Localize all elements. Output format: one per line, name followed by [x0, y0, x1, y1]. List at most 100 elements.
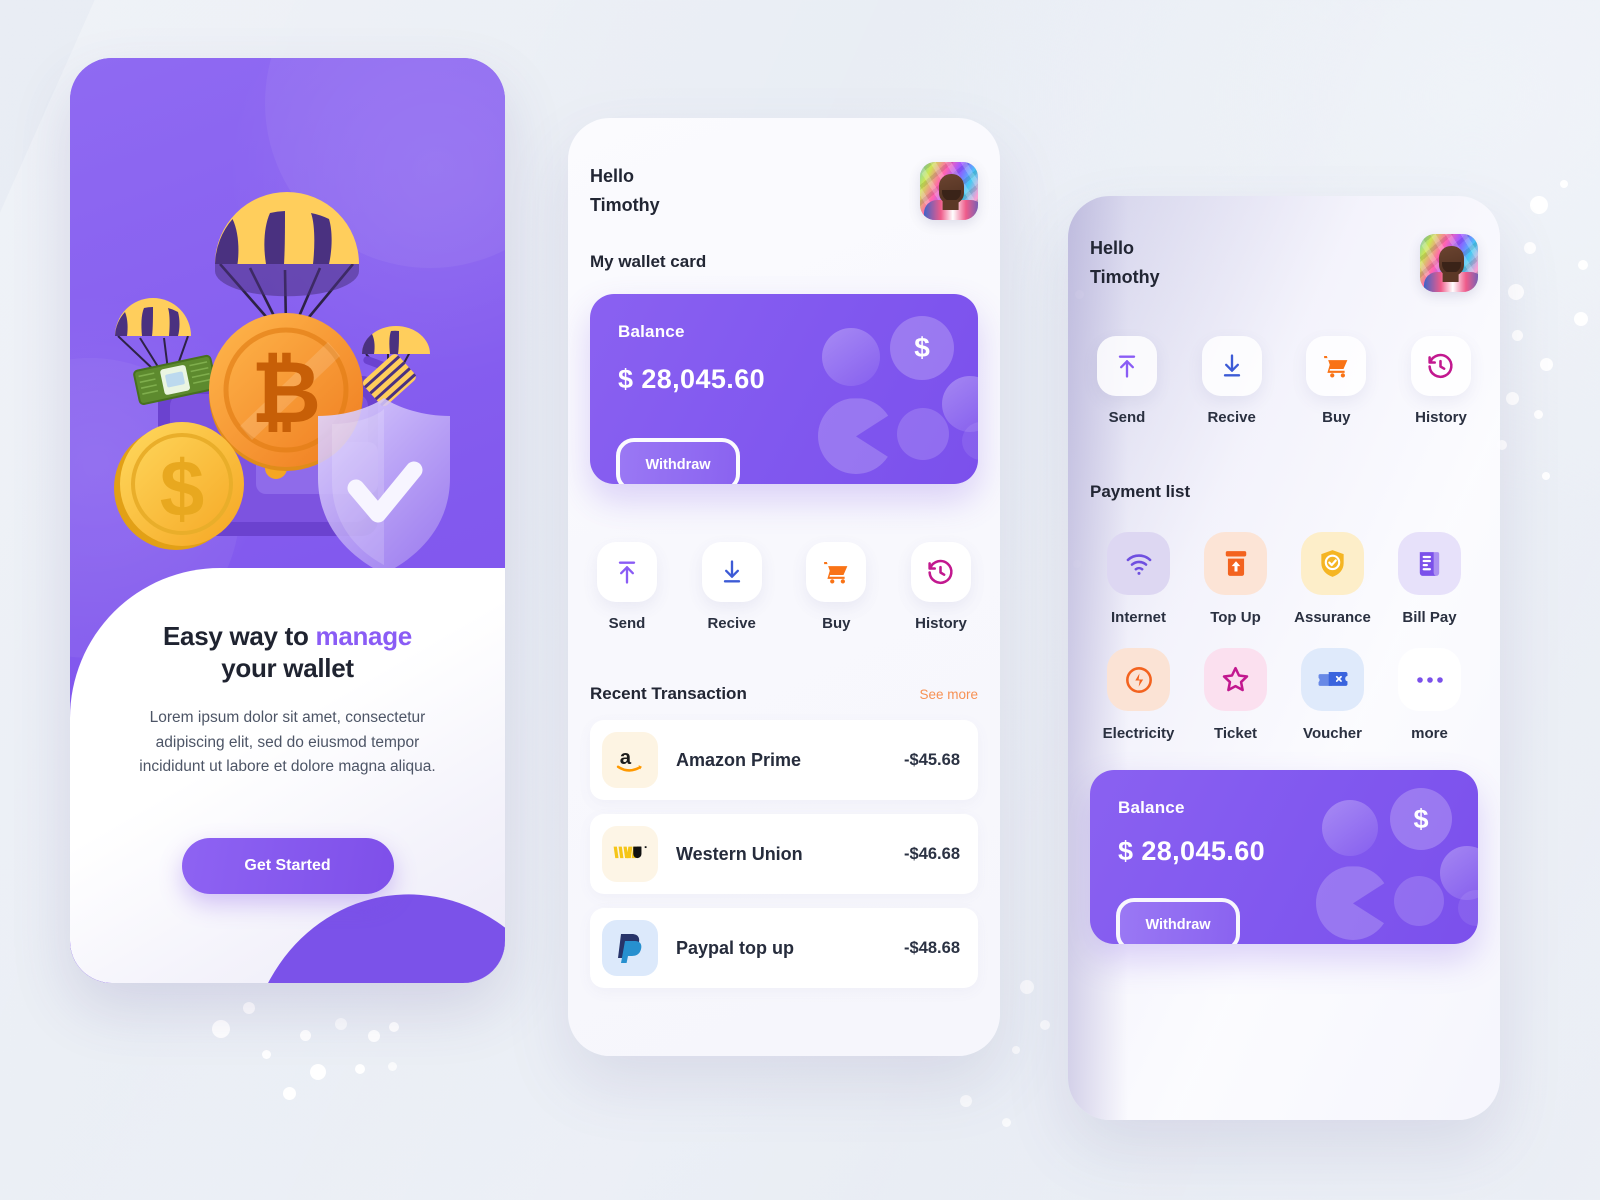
- transactions-title: Recent Transaction: [590, 684, 747, 704]
- dollar-badge-icon: $: [1390, 788, 1452, 851]
- action-label: History: [915, 615, 967, 633]
- table-row[interactable]: Paypal top up -$48.68: [590, 908, 978, 989]
- payment-item-top-up[interactable]: Top Up: [1187, 532, 1284, 626]
- star-ticket-icon: [1204, 648, 1267, 712]
- action-label: History: [1415, 409, 1467, 427]
- payment-label: Electricity: [1102, 725, 1175, 743]
- quick-actions-row: Send Recive Buy History: [590, 542, 978, 632]
- shield-check-icon: [1301, 532, 1364, 596]
- svg-text:$: $: [160, 444, 205, 533]
- shopping-cart-icon: [806, 542, 867, 603]
- phone-screen-onboarding: ₿ $ Easy way to manage your wallet Lorem…: [70, 58, 505, 983]
- electricity-bolt-icon: [1107, 648, 1170, 712]
- action-label: Send: [1108, 409, 1146, 427]
- payment-list-grid: Internet Top Up Assurance Bill Pay Elect…: [1090, 532, 1478, 764]
- page-title: Easy way to manage your wallet: [104, 620, 471, 684]
- transaction-amount: -$45.68: [904, 750, 960, 769]
- balance-value: $ 28,045.60: [1118, 836, 1266, 867]
- action-send[interactable]: Send: [1090, 336, 1164, 426]
- action-recive[interactable]: Recive: [695, 542, 769, 632]
- payment-label: Bill Pay: [1402, 609, 1457, 627]
- transaction-name: Paypal top up: [676, 937, 795, 958]
- table-row[interactable]: Western Union -$46.68: [590, 814, 978, 895]
- transaction-name: Western Union: [676, 843, 803, 864]
- phone-screen-wallet-home: Hello Timothy My wallet card $ Balance $…: [568, 118, 1000, 1056]
- amazon-logo-icon: a: [602, 732, 658, 789]
- greeting-text: Hello Timothy: [1090, 234, 1160, 292]
- svg-text:a: a: [620, 748, 632, 770]
- top-up-icon: [1204, 532, 1267, 596]
- avatar[interactable]: [920, 162, 978, 220]
- headline-part1: Easy way to: [163, 621, 316, 651]
- payment-item-voucher[interactable]: Voucher: [1284, 648, 1381, 742]
- wallet-card-section-title: My wallet card: [590, 252, 707, 272]
- header: Hello Timothy: [590, 162, 978, 220]
- action-label: Buy: [822, 615, 851, 633]
- phone-screen-payments: Hello Timothy Send Recive Buy History Pa…: [1068, 196, 1500, 1120]
- withdraw-button[interactable]: Withdraw: [1116, 898, 1240, 945]
- parachute-large: [215, 192, 359, 297]
- more-dots-icon: [1398, 648, 1461, 712]
- headline-part2: your wallet: [221, 653, 354, 684]
- header: Hello Timothy: [1090, 234, 1478, 292]
- action-history[interactable]: History: [904, 542, 978, 632]
- wallet-balance-card[interactable]: $ Balance $ 28,045.60 Withdraw: [590, 294, 978, 485]
- action-label: Recive: [1207, 409, 1256, 427]
- onboarding-description: Lorem ipsum dolor sit amet, consectetur …: [139, 709, 436, 776]
- action-recive[interactable]: Recive: [1195, 336, 1269, 426]
- history-clock-icon: [910, 542, 971, 603]
- payment-item-internet[interactable]: Internet: [1090, 532, 1187, 626]
- withdraw-button[interactable]: Withdraw: [616, 438, 740, 485]
- payment-label: Ticket: [1213, 725, 1258, 743]
- see-more-link[interactable]: See more: [919, 687, 978, 702]
- action-buy[interactable]: Buy: [799, 542, 873, 632]
- quick-actions-row: Send Recive Buy History: [1090, 336, 1478, 426]
- payment-label: Assurance: [1294, 609, 1371, 627]
- payment-item-bill-pay[interactable]: Bill Pay: [1381, 532, 1478, 626]
- send-up-arrow-icon: [1097, 336, 1157, 397]
- paypal-logo-icon: [602, 920, 658, 977]
- send-up-arrow-icon: [597, 542, 657, 603]
- action-label: Send: [608, 615, 646, 633]
- balance-label: Balance: [1118, 798, 1185, 818]
- greeting-line-1: Hello: [590, 166, 635, 186]
- bill-receipt-icon: [1398, 532, 1461, 596]
- payment-label: Internet: [1110, 609, 1166, 627]
- payment-label: Top Up: [1210, 609, 1261, 627]
- action-history[interactable]: History: [1404, 336, 1478, 426]
- greeting-line-2: Timothy: [590, 195, 660, 216]
- transaction-amount: -$48.68: [904, 938, 960, 957]
- balance-label: Balance: [618, 322, 685, 342]
- balance-value: $ 28,045.60: [618, 364, 766, 395]
- wifi-icon: [1107, 532, 1170, 596]
- payment-item-electricity[interactable]: Electricity: [1090, 648, 1187, 742]
- payment-label: Voucher: [1303, 725, 1362, 743]
- action-send[interactable]: Send: [590, 542, 664, 632]
- action-label: Recive: [707, 615, 756, 633]
- receive-down-arrow-icon: [701, 542, 762, 603]
- wallet-balance-card[interactable]: $ Balance $ 28,045.60 Withdraw: [1090, 770, 1478, 945]
- greeting-line-2: Timothy: [1090, 267, 1160, 288]
- avatar[interactable]: [1420, 234, 1478, 292]
- get-started-button[interactable]: Get Started: [181, 837, 394, 894]
- western-union-logo-icon: [602, 826, 658, 883]
- svg-text:₿: ₿: [251, 345, 321, 441]
- transactions-header: Recent Transaction See more: [590, 684, 978, 704]
- transaction-amount: -$46.68: [904, 844, 960, 863]
- payment-label: more: [1411, 725, 1448, 743]
- action-label: Buy: [1322, 409, 1351, 427]
- voucher-ticket-icon: [1301, 648, 1364, 712]
- shopping-cart-icon: [1306, 336, 1367, 397]
- payment-item-more[interactable]: more: [1381, 648, 1478, 742]
- parachute-small-left: [115, 298, 191, 371]
- action-buy[interactable]: Buy: [1299, 336, 1373, 426]
- payment-item-assurance[interactable]: Assurance: [1284, 532, 1381, 626]
- payment-item-ticket[interactable]: Ticket: [1187, 648, 1284, 742]
- greeting-text: Hello Timothy: [590, 162, 660, 220]
- dollar-badge-icon: $: [890, 316, 954, 381]
- table-row[interactable]: a Amazon Prime -$45.68: [590, 720, 978, 801]
- transaction-name: Amazon Prime: [676, 749, 802, 770]
- headline-highlight: manage: [315, 621, 413, 651]
- history-clock-icon: [1410, 336, 1471, 397]
- crypto-parachute-wallet-illustration: ₿ $: [114, 192, 450, 574]
